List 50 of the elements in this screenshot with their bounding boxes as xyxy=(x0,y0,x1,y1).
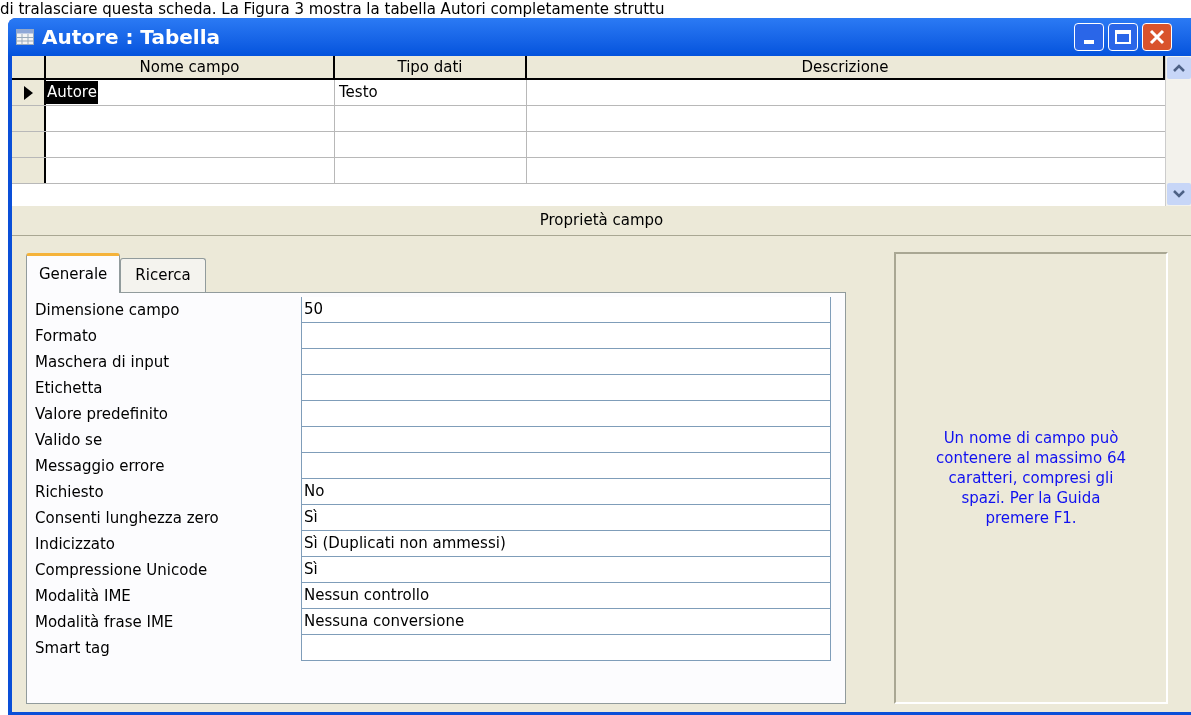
property-label: Etichetta xyxy=(34,377,104,399)
property-field[interactable]: 50 xyxy=(301,297,831,323)
property-label: Smart tag xyxy=(34,637,111,659)
property-label: Messaggio errore xyxy=(34,455,166,477)
property-label: Compressione Unicode xyxy=(34,559,209,581)
property-field[interactable] xyxy=(301,453,831,479)
property-label: Maschera di input xyxy=(34,351,171,373)
property-label: Modalità frase IME xyxy=(34,611,175,633)
close-button[interactable] xyxy=(1142,23,1172,51)
property-field[interactable]: No xyxy=(301,479,831,505)
table-cell-text: Testo xyxy=(339,82,378,104)
property-field[interactable] xyxy=(301,375,831,401)
property-label: Dimensione campo xyxy=(34,299,181,321)
scroll-down-icon[interactable] xyxy=(1166,182,1191,206)
property-label: Valore predefinito xyxy=(34,403,169,425)
close-icon xyxy=(1149,29,1165,45)
property-label: Valido se xyxy=(34,429,104,451)
property-field[interactable]: Nessuna conversione xyxy=(301,609,831,635)
row-selector[interactable] xyxy=(12,132,46,157)
property-field[interactable] xyxy=(301,401,831,427)
table-icon xyxy=(16,29,34,45)
row-selector[interactable] xyxy=(12,80,46,105)
property-field[interactable]: Sì xyxy=(301,505,831,531)
section-title: Proprietà campo xyxy=(539,210,664,232)
property-label: Formato xyxy=(34,325,99,347)
help-text: Un nome di campo può contenere al massimo 64 caratteri, compresi gli spazi. Per la Guida premere F1. xyxy=(935,428,1127,528)
property-field[interactable]: Sì (Duplicati non ammessi) xyxy=(301,531,831,557)
property-field[interactable] xyxy=(301,323,831,349)
property-label: Consenti lunghezza zero xyxy=(34,507,220,529)
property-field[interactable] xyxy=(301,427,831,453)
table-cell: Autore xyxy=(46,81,98,104)
property-field[interactable]: Nessun controllo xyxy=(301,583,831,609)
property-field[interactable] xyxy=(301,635,831,661)
property-field[interactable]: Sì xyxy=(301,557,831,583)
column-header[interactable]: Nome campo xyxy=(46,56,335,78)
scrollbar[interactable] xyxy=(1165,56,1191,206)
property-label: Indicizzato xyxy=(34,533,117,555)
property-field[interactable] xyxy=(301,349,831,375)
column-header[interactable]: Tipo dati xyxy=(335,56,527,78)
tab[interactable]: Generale xyxy=(26,253,121,293)
minimize-button[interactable] xyxy=(1074,23,1104,51)
property-label: Modalità IME xyxy=(34,585,132,607)
tab[interactable]: Ricerca xyxy=(120,258,206,292)
document-text: di tralasciare questa scheda. La Figura 3 mostra la tabella Autori completamente struttu xyxy=(0,0,665,18)
window-title: Autore : Tabella xyxy=(42,24,221,51)
maximize-button[interactable] xyxy=(1108,23,1138,51)
scroll-up-icon[interactable] xyxy=(1166,56,1191,80)
row-selector[interactable] xyxy=(12,106,46,131)
property-label: Richiesto xyxy=(34,481,105,503)
row-selector[interactable] xyxy=(12,158,46,183)
